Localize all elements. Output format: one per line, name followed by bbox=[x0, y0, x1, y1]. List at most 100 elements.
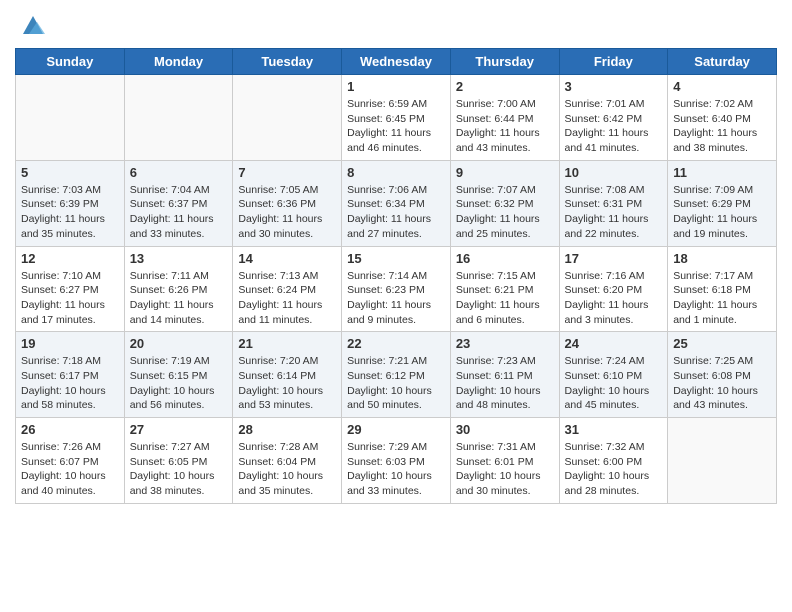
day-number: 7 bbox=[238, 165, 336, 180]
calendar-cell bbox=[233, 75, 342, 161]
calendar-cell: 8 Sunrise: 7:06 AM Sunset: 6:34 PM Daylig… bbox=[342, 160, 451, 246]
weekday-header-sunday: Sunday bbox=[16, 49, 125, 75]
day-number: 16 bbox=[456, 251, 554, 266]
calendar-cell bbox=[16, 75, 125, 161]
calendar-cell: 12 Sunrise: 7:10 AM Sunset: 6:27 PM Dayli… bbox=[16, 246, 125, 332]
cell-details: Sunrise: 7:28 AM Sunset: 6:04 PM Dayligh… bbox=[238, 440, 336, 499]
cell-details: Sunrise: 7:21 AM Sunset: 6:12 PM Dayligh… bbox=[347, 354, 445, 413]
calendar-cell: 13 Sunrise: 7:11 AM Sunset: 6:26 PM Dayli… bbox=[124, 246, 233, 332]
calendar-cell: 6 Sunrise: 7:04 AM Sunset: 6:37 PM Daylig… bbox=[124, 160, 233, 246]
calendar-cell: 27Sunrise: 7:27 AM Sunset: 6:05 PM Dayli… bbox=[124, 418, 233, 504]
day-number: 1 bbox=[347, 79, 445, 94]
weekday-header-tuesday: Tuesday bbox=[233, 49, 342, 75]
calendar-cell bbox=[668, 418, 777, 504]
calendar-cell: 29 Sunrise: 7:29 AM Sunset: 6:03 PM Dayli… bbox=[342, 418, 451, 504]
day-number: 31 bbox=[565, 422, 663, 437]
cell-details: Sunrise: 7:26 AM Sunset: 6:07 PM Dayligh… bbox=[21, 440, 119, 499]
cell-details: Sunrise: 7:25 AM Sunset: 6:08 PM Dayligh… bbox=[673, 354, 771, 413]
cell-details: Sunrise: 7:15 AM Sunset: 6:21 PM Dayligh… bbox=[456, 269, 554, 328]
day-number: 22 bbox=[347, 336, 445, 351]
day-number: 14 bbox=[238, 251, 336, 266]
day-number: 17 bbox=[565, 251, 663, 266]
weekday-header-friday: Friday bbox=[559, 49, 668, 75]
weekday-header-monday: Monday bbox=[124, 49, 233, 75]
calendar-cell: 25 Sunrise: 7:25 AM Sunset: 6:08 PM Dayli… bbox=[668, 332, 777, 418]
day-number: 9 bbox=[456, 165, 554, 180]
calendar-cell: 28 Sunrise: 7:28 AM Sunset: 6:04 PM Dayli… bbox=[233, 418, 342, 504]
cell-details: Sunrise: 7:11 AM Sunset: 6:26 PM Dayligh… bbox=[130, 269, 228, 328]
day-number: 15 bbox=[347, 251, 445, 266]
day-number: 8 bbox=[347, 165, 445, 180]
week-row-4: 19 Sunrise: 7:18 AM Sunset: 6:17 PM Dayli… bbox=[16, 332, 777, 418]
calendar-cell: 4 Sunrise: 7:02 AM Sunset: 6:40 PM Daylig… bbox=[668, 75, 777, 161]
cell-details: Sunrise: 7:00 AM Sunset: 6:44 PM Dayligh… bbox=[456, 97, 554, 156]
weekday-header-wednesday: Wednesday bbox=[342, 49, 451, 75]
day-number: 26 bbox=[21, 422, 119, 437]
calendar-cell: 5 Sunrise: 7:03 AM Sunset: 6:39 PM Daylig… bbox=[16, 160, 125, 246]
calendar-cell: 9 Sunrise: 7:07 AM Sunset: 6:32 PM Daylig… bbox=[450, 160, 559, 246]
day-number: 10 bbox=[565, 165, 663, 180]
calendar-cell: 14 Sunrise: 7:13 AM Sunset: 6:24 PM Dayli… bbox=[233, 246, 342, 332]
cell-details: Sunrise: 7:09 AM Sunset: 6:29 PM Dayligh… bbox=[673, 183, 771, 242]
cell-details: Sunrise: 7:04 AM Sunset: 6:37 PM Dayligh… bbox=[130, 183, 228, 242]
day-number: 11 bbox=[673, 165, 771, 180]
day-number: 4 bbox=[673, 79, 771, 94]
page-container: SundayMondayTuesdayWednesdayThursdayFrid… bbox=[0, 0, 792, 519]
cell-details: Sunrise: 7:19 AM Sunset: 6:15 PM Dayligh… bbox=[130, 354, 228, 413]
calendar-cell: 16 Sunrise: 7:15 AM Sunset: 6:21 PM Dayli… bbox=[450, 246, 559, 332]
cell-details: Sunrise: 7:20 AM Sunset: 6:14 PM Dayligh… bbox=[238, 354, 336, 413]
cell-details: Sunrise: 7:17 AM Sunset: 6:18 PM Dayligh… bbox=[673, 269, 771, 328]
calendar-cell: 10 Sunrise: 7:08 AM Sunset: 6:31 PM Dayli… bbox=[559, 160, 668, 246]
cell-details: Sunrise: 7:10 AM Sunset: 6:27 PM Dayligh… bbox=[21, 269, 119, 328]
day-number: 20 bbox=[130, 336, 228, 351]
calendar-cell: 21Sunrise: 7:20 AM Sunset: 6:14 PM Dayli… bbox=[233, 332, 342, 418]
weekday-header-thursday: Thursday bbox=[450, 49, 559, 75]
cell-details: Sunrise: 7:02 AM Sunset: 6:40 PM Dayligh… bbox=[673, 97, 771, 156]
calendar-cell: 17 Sunrise: 7:16 AM Sunset: 6:20 PM Dayli… bbox=[559, 246, 668, 332]
cell-details: Sunrise: 6:59 AM Sunset: 6:45 PM Dayligh… bbox=[347, 97, 445, 156]
calendar-table: SundayMondayTuesdayWednesdayThursdayFrid… bbox=[15, 48, 777, 504]
logo-icon bbox=[19, 10, 47, 38]
cell-details: Sunrise: 7:27 AM Sunset: 6:05 PM Dayligh… bbox=[130, 440, 228, 499]
cell-details: Sunrise: 7:18 AM Sunset: 6:17 PM Dayligh… bbox=[21, 354, 119, 413]
cell-details: Sunrise: 7:16 AM Sunset: 6:20 PM Dayligh… bbox=[565, 269, 663, 328]
day-number: 24 bbox=[565, 336, 663, 351]
week-row-5: 26 Sunrise: 7:26 AM Sunset: 6:07 PM Dayli… bbox=[16, 418, 777, 504]
cell-details: Sunrise: 7:32 AM Sunset: 6:00 PM Dayligh… bbox=[565, 440, 663, 499]
calendar-cell: 15 Sunrise: 7:14 AM Sunset: 6:23 PM Dayli… bbox=[342, 246, 451, 332]
cell-details: Sunrise: 7:03 AM Sunset: 6:39 PM Dayligh… bbox=[21, 183, 119, 242]
week-row-2: 5 Sunrise: 7:03 AM Sunset: 6:39 PM Daylig… bbox=[16, 160, 777, 246]
calendar-cell: 19 Sunrise: 7:18 AM Sunset: 6:17 PM Dayli… bbox=[16, 332, 125, 418]
day-number: 29 bbox=[347, 422, 445, 437]
cell-details: Sunrise: 7:07 AM Sunset: 6:32 PM Dayligh… bbox=[456, 183, 554, 242]
day-number: 2 bbox=[456, 79, 554, 94]
day-number: 12 bbox=[21, 251, 119, 266]
cell-details: Sunrise: 7:23 AM Sunset: 6:11 PM Dayligh… bbox=[456, 354, 554, 413]
weekday-header-saturday: Saturday bbox=[668, 49, 777, 75]
cell-details: Sunrise: 7:31 AM Sunset: 6:01 PM Dayligh… bbox=[456, 440, 554, 499]
calendar-cell: 26 Sunrise: 7:26 AM Sunset: 6:07 PM Dayli… bbox=[16, 418, 125, 504]
cell-details: Sunrise: 7:08 AM Sunset: 6:31 PM Dayligh… bbox=[565, 183, 663, 242]
calendar-cell: 20 Sunrise: 7:19 AM Sunset: 6:15 PM Dayli… bbox=[124, 332, 233, 418]
cell-details: Sunrise: 7:01 AM Sunset: 6:42 PM Dayligh… bbox=[565, 97, 663, 156]
day-number: 6 bbox=[130, 165, 228, 180]
cell-details: Sunrise: 7:24 AM Sunset: 6:10 PM Dayligh… bbox=[565, 354, 663, 413]
cell-details: Sunrise: 7:05 AM Sunset: 6:36 PM Dayligh… bbox=[238, 183, 336, 242]
cell-details: Sunrise: 7:13 AM Sunset: 6:24 PM Dayligh… bbox=[238, 269, 336, 328]
calendar-cell: 30Sunrise: 7:31 AM Sunset: 6:01 PM Dayli… bbox=[450, 418, 559, 504]
logo bbox=[15, 10, 47, 38]
day-number: 5 bbox=[21, 165, 119, 180]
week-row-1: 1 Sunrise: 6:59 AM Sunset: 6:45 PM Daylig… bbox=[16, 75, 777, 161]
day-number: 28 bbox=[238, 422, 336, 437]
day-number: 3 bbox=[565, 79, 663, 94]
day-number: 25 bbox=[673, 336, 771, 351]
weekday-header-row: SundayMondayTuesdayWednesdayThursdayFrid… bbox=[16, 49, 777, 75]
day-number: 13 bbox=[130, 251, 228, 266]
day-number: 19 bbox=[21, 336, 119, 351]
cell-details: Sunrise: 7:06 AM Sunset: 6:34 PM Dayligh… bbox=[347, 183, 445, 242]
calendar-cell: 11 Sunrise: 7:09 AM Sunset: 6:29 PM Dayli… bbox=[668, 160, 777, 246]
day-number: 23 bbox=[456, 336, 554, 351]
week-row-3: 12 Sunrise: 7:10 AM Sunset: 6:27 PM Dayli… bbox=[16, 246, 777, 332]
cell-details: Sunrise: 7:14 AM Sunset: 6:23 PM Dayligh… bbox=[347, 269, 445, 328]
cell-details: Sunrise: 7:29 AM Sunset: 6:03 PM Dayligh… bbox=[347, 440, 445, 499]
